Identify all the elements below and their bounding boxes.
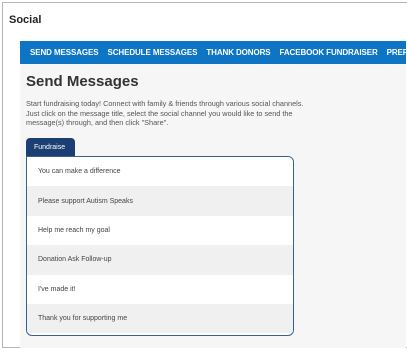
tab-preferences[interactable]: PREFERENCES [387,48,406,57]
tab-thank-donors[interactable]: THANK DONORS [206,48,270,57]
intro-text: Start fundraising today! Connect with fa… [26,99,304,127]
message-item[interactable]: I've made it! [27,274,293,304]
message-item[interactable]: Help me reach my goal [27,215,293,246]
tab-send-messages[interactable]: SEND MESSAGES [30,48,99,57]
message-item[interactable]: Thank you for supporting me [27,303,293,334]
tab-bar: SEND MESSAGES SCHEDULE MESSAGES THANK DO… [20,41,406,64]
tab-facebook-fundraiser[interactable]: FACEBOOK FUNDRAISER [280,48,378,57]
message-list: You can make a difference Please support… [26,156,294,336]
message-item[interactable]: You can make a difference [27,157,293,187]
tab-schedule-messages[interactable]: SCHEDULE MESSAGES [108,48,198,57]
page-title: Send Messages [26,73,139,90]
section-title: Social [9,14,42,26]
category-tab-fundraise[interactable]: Fundraise [26,138,76,156]
message-item[interactable]: Donation Ask Follow-up [27,245,293,275]
message-item[interactable]: Please support Autism Speaks [27,186,293,216]
